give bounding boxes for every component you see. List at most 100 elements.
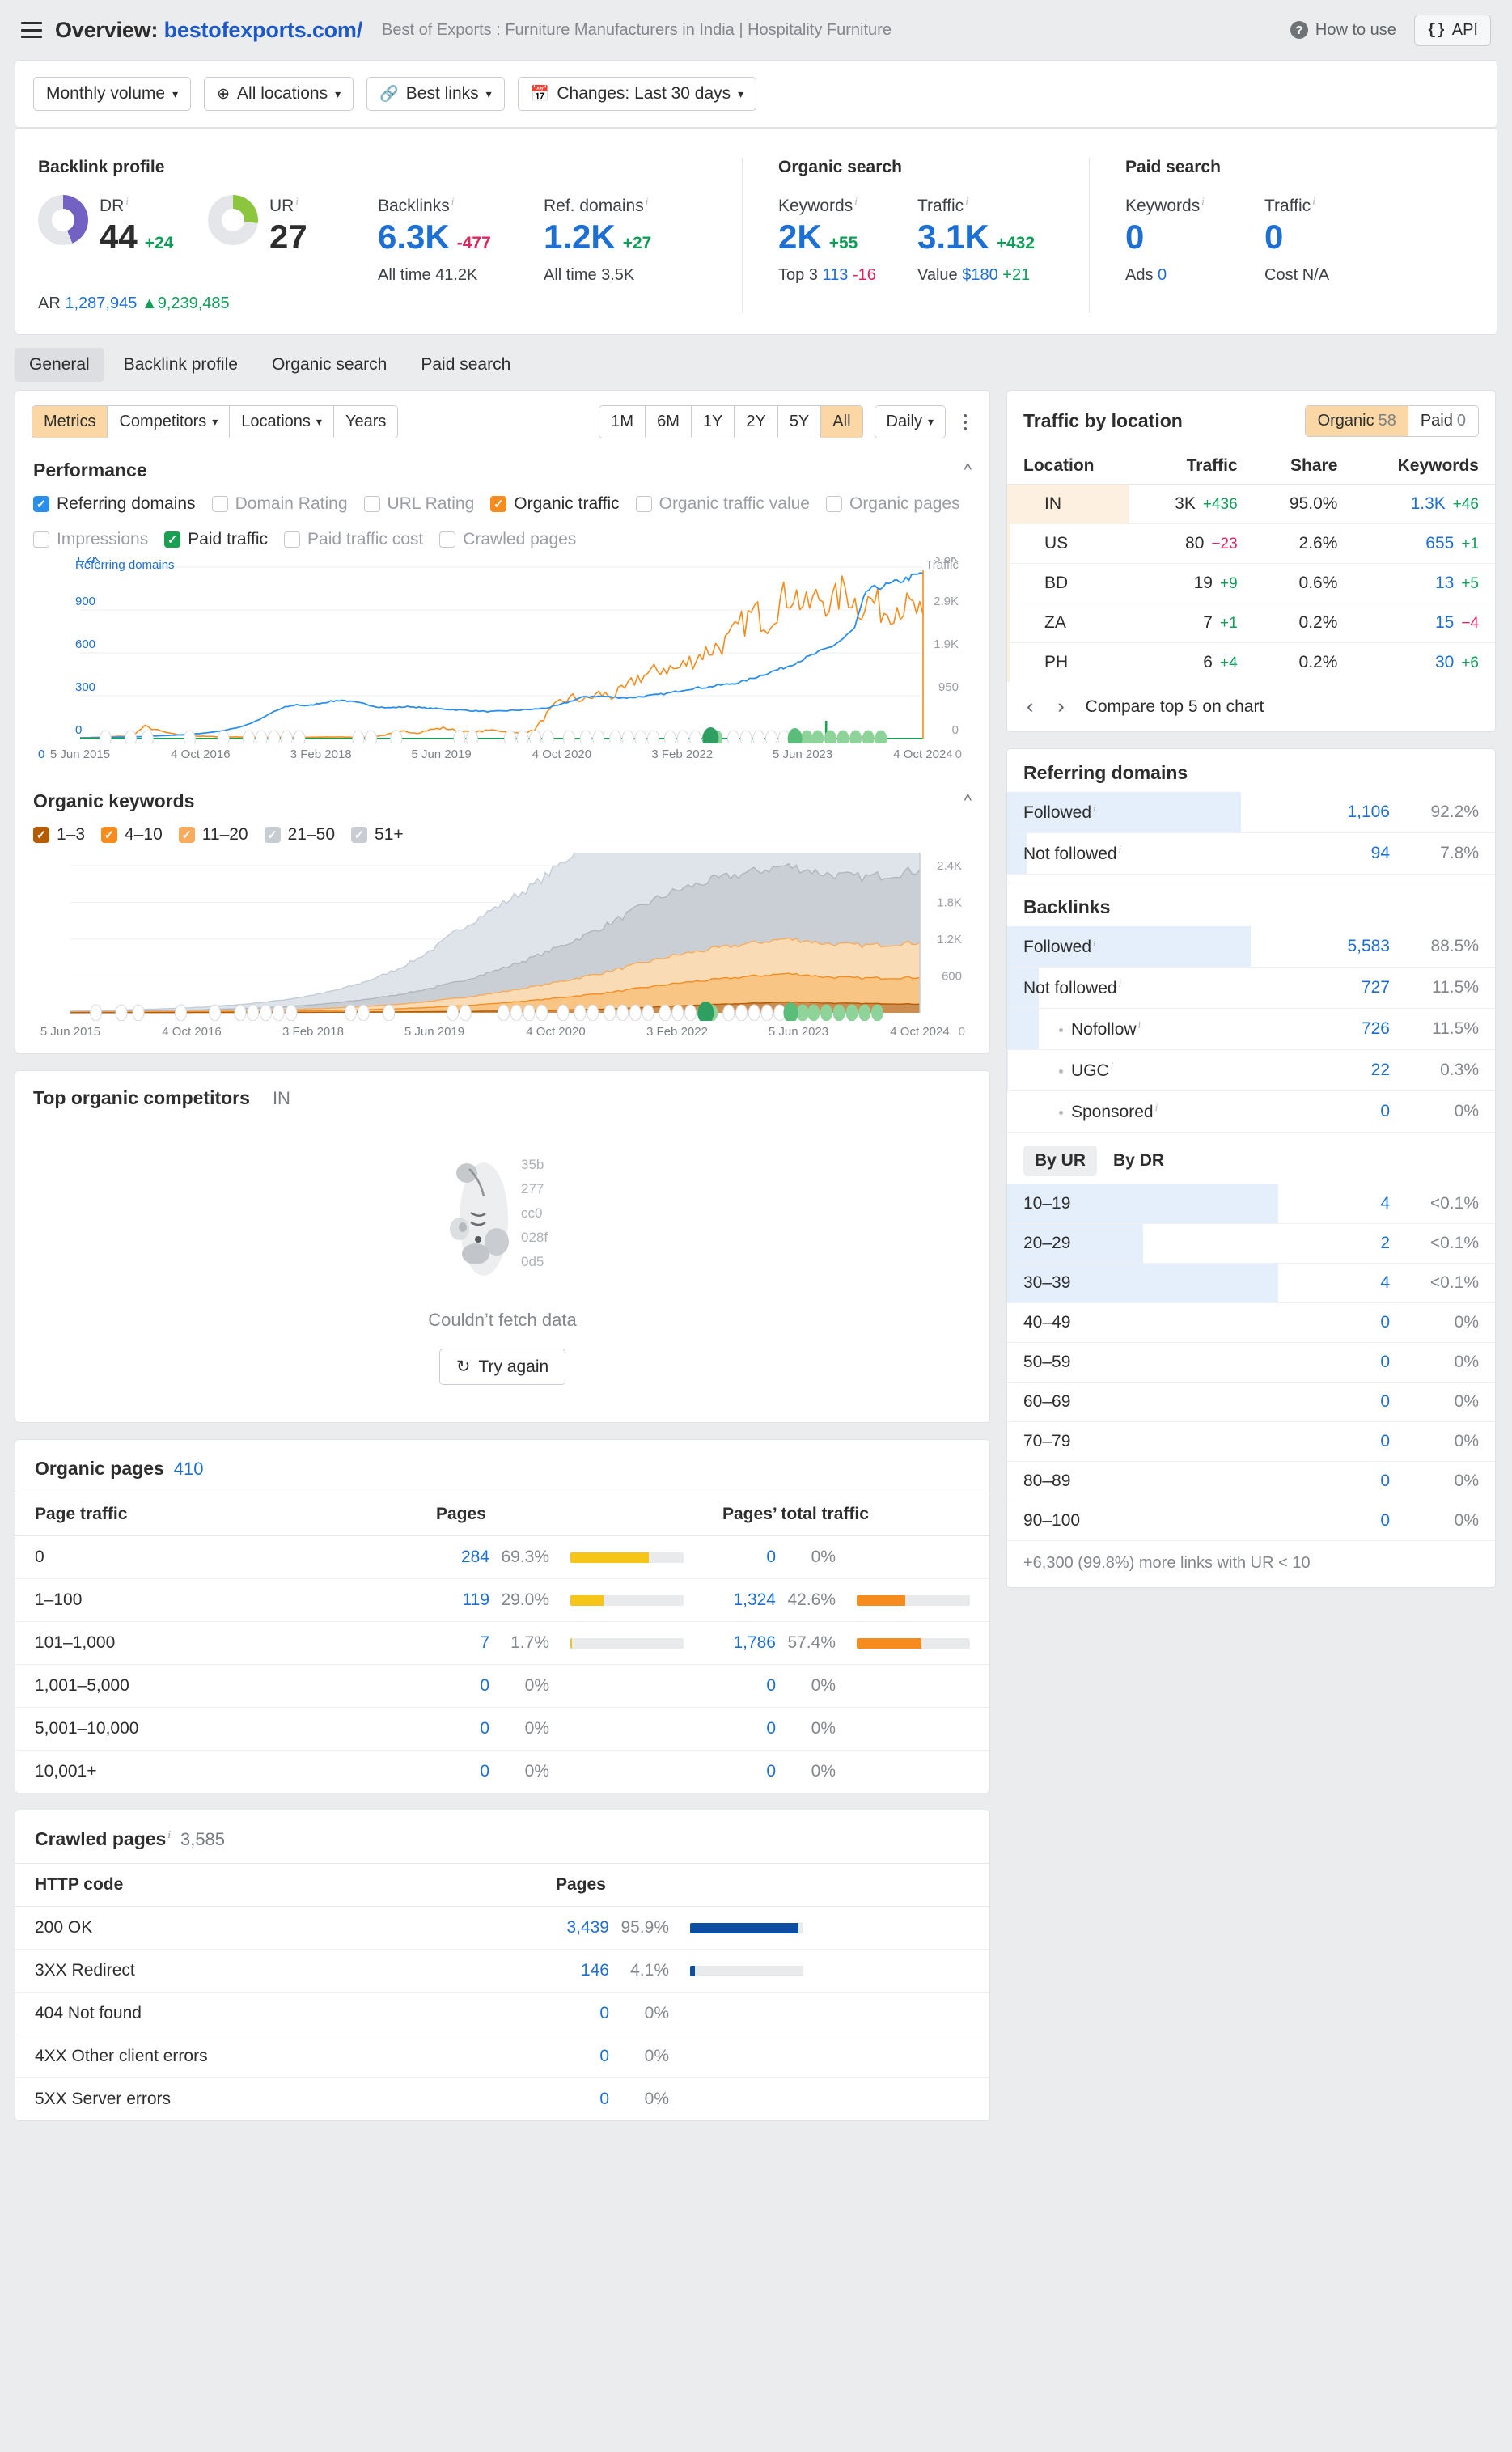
toggle-organic[interactable]: Organic 58	[1305, 406, 1408, 437]
table-row[interactable]: 70–79 0 0%	[1007, 1421, 1495, 1463]
table-row[interactable]: IN 3K +436 95.0% 1.3K +46	[1007, 484, 1495, 525]
range-value[interactable]: 2	[1380, 1234, 1390, 1252]
range-6m[interactable]: 6M	[646, 406, 692, 438]
row-value[interactable]: 94	[1371, 844, 1390, 862]
checkbox-4-10[interactable]: ✓ 4–10	[101, 825, 163, 845]
row-value[interactable]: 22	[1371, 1061, 1390, 1079]
chevron-up-icon[interactable]: ^	[964, 792, 972, 811]
table-row[interactable]: 5,001–10,000 0 0% 0 0%	[15, 1707, 989, 1751]
pages-value[interactable]: 0	[556, 2090, 609, 2109]
pages-value[interactable]: 3,439	[556, 1918, 609, 1937]
range-2y[interactable]: 2Y	[735, 406, 778, 438]
range-value[interactable]: 0	[1380, 1313, 1390, 1332]
checkbox-51[interactable]: ✓ 51+	[351, 825, 404, 845]
more-options-icon[interactable]	[957, 411, 973, 434]
table-row[interactable]: PH 6 +4 0.2% 30 +6	[1007, 643, 1495, 683]
pages-value[interactable]: 284	[436, 1548, 489, 1567]
keywords-value[interactable]: 30	[1435, 653, 1454, 672]
filter-best-links[interactable]: 🔗 Best links ▾	[366, 77, 505, 111]
keywords-value[interactable]: 1.3K	[1411, 494, 1446, 514]
pages-value[interactable]: 0	[556, 2004, 609, 2023]
ref-domains-value[interactable]: 1.2K	[544, 218, 616, 255]
table-row[interactable]: Followed i 1,106 92.2%	[1007, 792, 1495, 834]
checkbox-crawled-pages[interactable]: Crawled pages	[439, 530, 576, 549]
pages-value[interactable]: 0	[436, 1676, 489, 1696]
chevron-up-icon[interactable]: ^	[964, 461, 972, 480]
chart-segment-years[interactable]: Years	[333, 406, 398, 438]
table-row[interactable]: 60–69 0 0%	[1007, 1382, 1495, 1423]
table-row[interactable]: Not followed i 727 11.5%	[1007, 967, 1495, 1010]
table-row[interactable]: 50–59 0 0%	[1007, 1342, 1495, 1383]
api-button[interactable]: {} API	[1413, 14, 1491, 46]
range-5y[interactable]: 5Y	[777, 406, 822, 438]
checkbox-paid-traffic-cost[interactable]: Paid traffic cost	[284, 530, 423, 549]
paid-traffic-value[interactable]: 0	[1264, 218, 1283, 255]
table-row[interactable]: 1,001–5,000 0 0% 0 0%	[15, 1664, 989, 1709]
checkbox-organic-traffic[interactable]: ✓ Organic traffic	[490, 494, 620, 514]
table-row[interactable]: 200 OK 3,439 95.9%	[15, 1906, 989, 1950]
range-value[interactable]: 4	[1380, 1194, 1390, 1213]
table-row[interactable]: 1–100 119 29.0% 1,324 42.6%	[15, 1578, 989, 1623]
table-row[interactable]: Nofollow i 726 11.5%	[1007, 1008, 1495, 1051]
keywords-value[interactable]: 655	[1425, 534, 1454, 553]
organic-keywords-value[interactable]: 2K	[778, 218, 822, 255]
traffic-value[interactable]: 0	[722, 1719, 776, 1738]
table-row[interactable]: UGC i 22 0.3%	[1007, 1049, 1495, 1092]
pages-value[interactable]: 7	[436, 1633, 489, 1653]
checkbox-impressions[interactable]: Impressions	[33, 530, 148, 549]
tab-general[interactable]: General	[15, 348, 104, 383]
organic-keywords-chart[interactable]: 600 1.2K 1.8K 2.4K 5 Jun 2015 4 Oct 2016 3 Fe…	[15, 848, 989, 1053]
page-title-domain[interactable]: bestofexports.com/	[164, 18, 363, 42]
prev-page-icon[interactable]: ‹	[1023, 695, 1036, 718]
next-page-icon[interactable]: ›	[1054, 695, 1067, 718]
table-row[interactable]: ZA 7 +1 0.2% 15 −4	[1007, 603, 1495, 644]
checkbox-organic-traffic-value[interactable]: Organic traffic value	[635, 494, 810, 514]
traffic-value[interactable]: 0	[722, 1762, 776, 1781]
pages-value[interactable]: 0	[436, 1719, 489, 1738]
table-row[interactable]: 0 284 69.3% 0 0%	[15, 1535, 989, 1580]
pages-value[interactable]: 0	[436, 1762, 489, 1781]
compare-top-5-link[interactable]: Compare top 5 on chart	[1086, 697, 1264, 717]
tab-by-dr[interactable]: By DR	[1102, 1146, 1175, 1176]
ar-value[interactable]: 1,287,945	[65, 294, 137, 312]
checkbox-organic-pages[interactable]: Organic pages	[825, 494, 960, 514]
range-value[interactable]: 0	[1380, 1511, 1390, 1530]
checkbox-paid-traffic[interactable]: ✓ Paid traffic	[164, 530, 268, 549]
tab-backlink-profile[interactable]: Backlink profile	[109, 348, 252, 382]
traffic-value[interactable]: 1,324	[722, 1590, 776, 1610]
table-row[interactable]: 30–39 4 <0.1%	[1007, 1263, 1495, 1304]
table-row[interactable]: 10–19 4 <0.1%	[1007, 1184, 1495, 1225]
table-row[interactable]: 101–1,000 7 1.7% 1,786 57.4%	[15, 1621, 989, 1666]
range-value[interactable]: 0	[1380, 1472, 1390, 1490]
range-value[interactable]: 0	[1380, 1353, 1390, 1371]
organic-traffic-value[interactable]: 3.1K	[917, 218, 989, 255]
table-row[interactable]: 90–100 0 0%	[1007, 1501, 1495, 1542]
table-row[interactable]: 20–29 2 <0.1%	[1007, 1223, 1495, 1264]
filter-changes-last-30-days[interactable]: 📅 Changes: Last 30 days ▾	[517, 77, 757, 111]
hamburger-icon[interactable]	[21, 22, 42, 38]
checkbox-21-50[interactable]: ✓ 21–50	[264, 825, 335, 845]
checkbox-1-3[interactable]: ✓ 1–3	[33, 825, 85, 845]
pages-value[interactable]: 0	[556, 2047, 609, 2066]
traffic-value[interactable]: 0	[722, 1676, 776, 1696]
keywords-value[interactable]: 13	[1435, 574, 1454, 593]
table-row[interactable]: 10,001+ 0 0% 0 0%	[15, 1751, 989, 1793]
pages-value[interactable]: 146	[556, 1961, 609, 1980]
backlinks-value[interactable]: 6.3K	[378, 218, 450, 255]
paid-keywords-value[interactable]: 0	[1125, 218, 1144, 255]
table-row[interactable]: BD 19 +9 0.6% 13 +5	[1007, 563, 1495, 604]
chart-segment-competitors[interactable]: Competitors ▾	[108, 406, 231, 438]
range-all[interactable]: All	[821, 406, 862, 438]
tab-paid-search[interactable]: Paid search	[406, 348, 525, 382]
traffic-value[interactable]: 1,786	[722, 1633, 776, 1653]
table-row[interactable]: 3XX Redirect 146 4.1%	[15, 1949, 989, 1993]
table-row[interactable]: Sponsored i 0 0%	[1007, 1090, 1495, 1133]
range-1y[interactable]: 1Y	[691, 406, 735, 438]
checkbox-domain-rating[interactable]: Domain Rating	[211, 494, 348, 514]
tab-organic-search[interactable]: Organic search	[257, 348, 401, 382]
granularity-select[interactable]: Daily ▾	[874, 405, 946, 439]
try-again-button[interactable]: ↻ Try again	[438, 1349, 566, 1386]
table-row[interactable]: Not followed i 94 7.8%	[1007, 832, 1495, 875]
toggle-paid[interactable]: Paid 0	[1408, 406, 1478, 437]
table-row[interactable]: 4XX Other client errors 0 0%	[15, 2035, 989, 2079]
